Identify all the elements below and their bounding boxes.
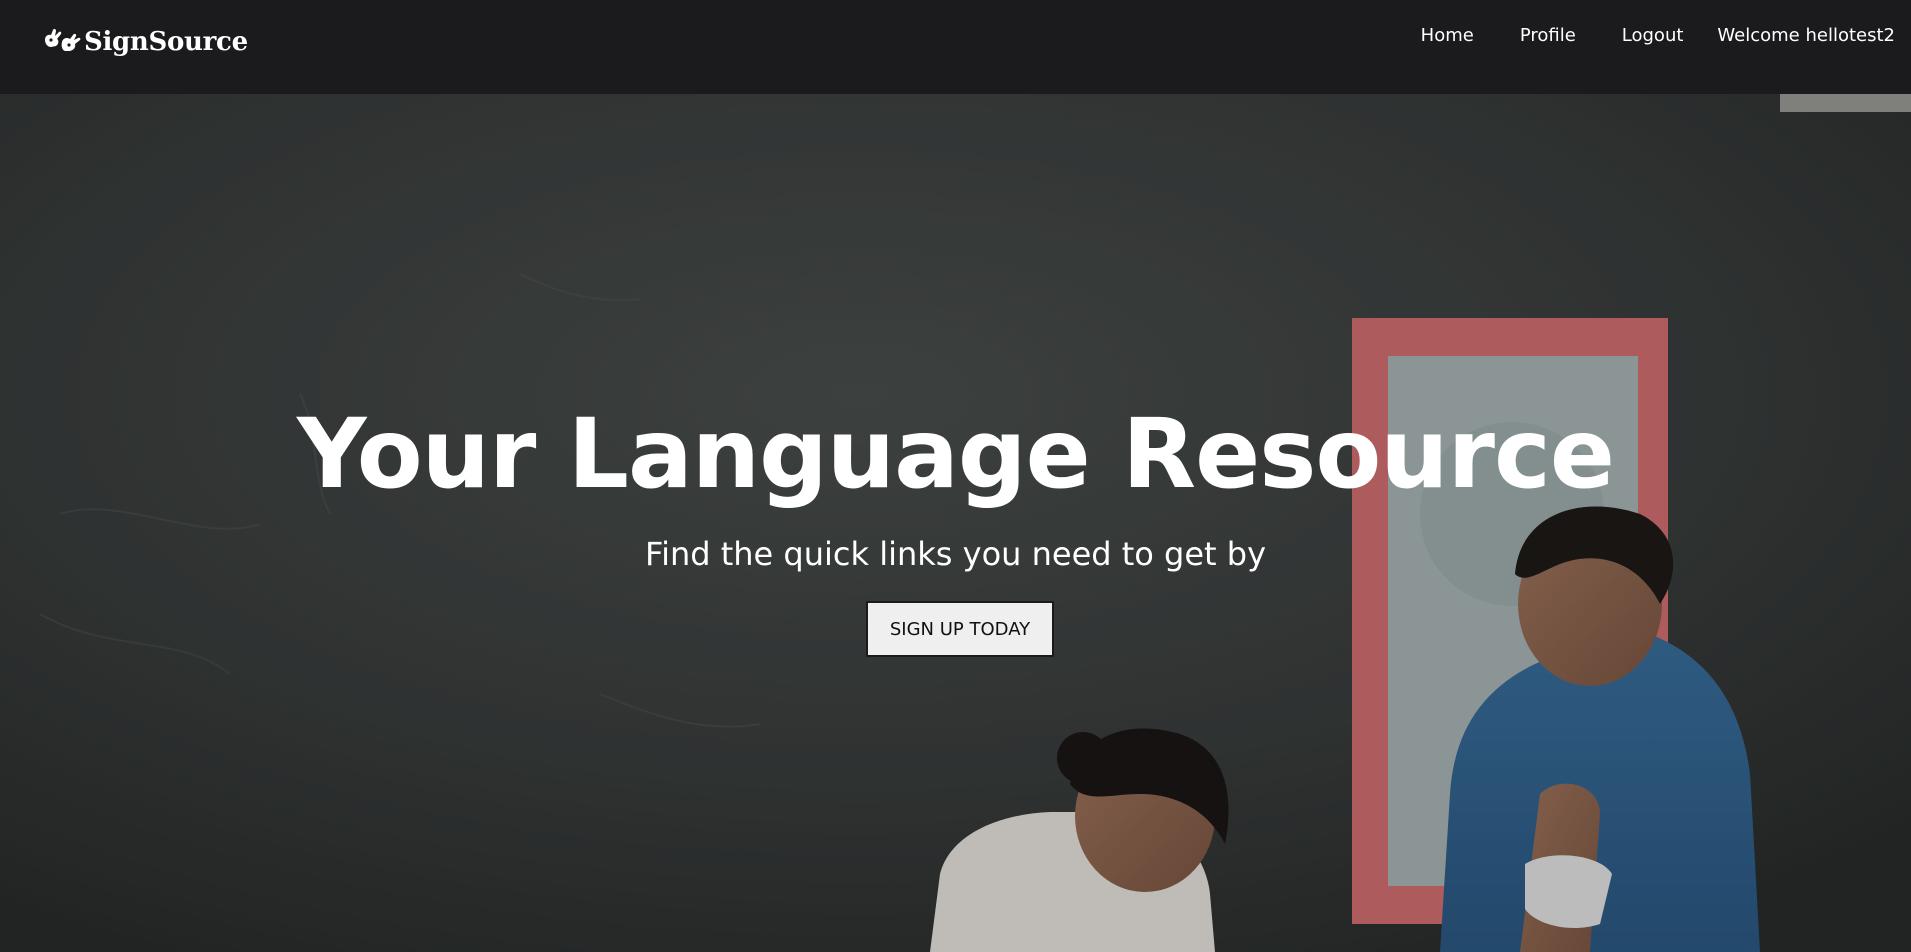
brand[interactable]: SignSource xyxy=(42,26,248,58)
hero-background-photo xyxy=(0,94,1911,952)
sign-up-button[interactable]: SIGN UP TODAY xyxy=(866,601,1054,657)
hands-sign-icon xyxy=(45,28,81,51)
hero-section: Your Language Resource Find the quick li… xyxy=(0,94,1911,952)
nav-link-profile[interactable]: Profile xyxy=(1520,24,1576,48)
hero-subtitle: Find the quick links you need to get by xyxy=(644,535,1266,573)
hero-title: Your Language Resource xyxy=(297,398,1615,510)
nav-link-home[interactable]: Home xyxy=(1421,24,1474,48)
brand-name: SignSource xyxy=(84,27,248,57)
nav-link-logout[interactable]: Logout xyxy=(1622,24,1684,48)
nav-links: Home Profile Logout Welcome hellotest2 xyxy=(1375,24,1895,48)
welcome-message: Welcome hellotest2 xyxy=(1717,25,1895,46)
top-navbar: SignSource Home Profile Logout Welcome h… xyxy=(0,0,1911,94)
